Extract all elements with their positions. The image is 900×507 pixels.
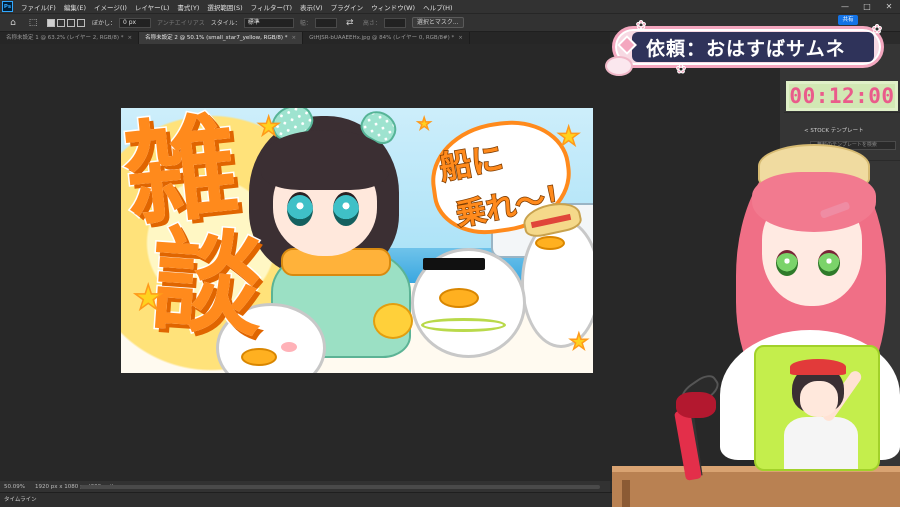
stream-timer: 00:12:00 bbox=[786, 81, 898, 111]
feather-group: ぼかし： 0 px bbox=[92, 17, 152, 28]
menu-bar: Ps ファイル(F) 編集(E) イメージ(I) レイヤー(L) 書式(Y) 選… bbox=[0, 0, 900, 13]
menu-edit[interactable]: 編集(E) bbox=[60, 2, 90, 12]
menu-help[interactable]: ヘルプ(H) bbox=[419, 2, 456, 12]
tab-document-2[interactable]: 名称未設定 2 @ 50.1% (small_star7_yellow, RGB… bbox=[139, 32, 304, 44]
girl-eye-right bbox=[333, 192, 359, 226]
share-button[interactable]: 共有 bbox=[838, 15, 858, 25]
intersect-selection-icon[interactable] bbox=[77, 18, 85, 27]
duck-cheek bbox=[281, 342, 297, 352]
document-tabs: 名称未設定 1 @ 63.2% (レイヤー 2, RGB/8) * × 名称未設定… bbox=[0, 32, 610, 44]
menu-file[interactable]: ファイル(F) bbox=[17, 2, 60, 12]
card-character-body bbox=[784, 417, 858, 469]
star-icon: ★ bbox=[556, 121, 581, 153]
select-and-mask-button[interactable]: 選択とマスク... bbox=[411, 17, 464, 28]
height-label: 高さ： bbox=[362, 20, 381, 27]
style-group: スタイル： 標準 bbox=[210, 17, 294, 28]
selection-mode-group bbox=[46, 18, 86, 27]
desk bbox=[612, 466, 900, 507]
sakura-icon: ✿ bbox=[871, 22, 883, 37]
menu-type[interactable]: 書式(Y) bbox=[173, 2, 203, 12]
sakura-icon: ✿ bbox=[675, 62, 687, 77]
tab-label: GtHJSR-bUAAEEHx.jpg @ 84% (レイヤー 0, RGB/8… bbox=[309, 35, 455, 41]
menu-view[interactable]: 表示(V) bbox=[296, 2, 327, 12]
width-input[interactable] bbox=[314, 17, 337, 28]
menu-filter[interactable]: フィルター(T) bbox=[247, 2, 296, 12]
tab-close-icon[interactable]: × bbox=[291, 35, 296, 41]
swim-ring bbox=[421, 318, 506, 332]
marquee-tool-icon[interactable]: ⬚ bbox=[26, 17, 40, 29]
maximize-button[interactable]: □ bbox=[856, 0, 878, 13]
tab-document-3[interactable]: GtHJSR-bUAAEEHx.jpg @ 84% (レイヤー 0, RGB/8… bbox=[303, 32, 470, 44]
horizontal-scrollbar[interactable] bbox=[80, 485, 600, 489]
new-selection-icon[interactable] bbox=[47, 18, 55, 27]
style-label: スタイル： bbox=[210, 20, 241, 27]
menu-plugins[interactable]: プラグイン bbox=[327, 2, 368, 12]
antialias-checkbox[interactable]: アンチエイリアス bbox=[157, 18, 205, 27]
tab-document-1[interactable]: 名称未設定 1 @ 63.2% (レイヤー 2, RGB/8) * × bbox=[0, 32, 140, 44]
vtuber-bangs bbox=[752, 172, 876, 232]
reference-avatar-card bbox=[754, 345, 880, 471]
width-group: 幅： bbox=[299, 17, 337, 28]
add-selection-icon[interactable] bbox=[57, 18, 65, 27]
panel-divider bbox=[784, 112, 900, 113]
swap-icon[interactable]: ⇄ bbox=[343, 17, 357, 29]
zatsu-character-2: 談 bbox=[145, 214, 269, 354]
girl-eye-left bbox=[287, 192, 313, 226]
menu-window[interactable]: ウィンドウ(W) bbox=[367, 2, 419, 12]
vtuber-eye-left bbox=[776, 250, 798, 276]
tab-label: 名称未設定 2 @ 50.1% (small_star7_yellow, RGB… bbox=[145, 35, 288, 41]
subtract-selection-icon[interactable] bbox=[67, 18, 75, 27]
paw-decoration bbox=[605, 56, 633, 76]
zoom-level[interactable]: 50.09% bbox=[4, 484, 25, 490]
mic-ribbon bbox=[676, 392, 716, 418]
sakura-icon: ✿ bbox=[635, 18, 647, 33]
duck-bag bbox=[373, 303, 413, 339]
menu-layer[interactable]: レイヤー(L) bbox=[131, 2, 174, 12]
style-select[interactable]: 標準 bbox=[243, 17, 294, 28]
menu-image[interactable]: イメージ(I) bbox=[90, 2, 131, 12]
zatsu-character-1: 雑 bbox=[121, 108, 245, 244]
menu-select[interactable]: 選択範囲(S) bbox=[203, 2, 246, 12]
title-banner-inner: 依頼：おはすばサムネ bbox=[632, 32, 874, 62]
tab-close-icon[interactable]: × bbox=[458, 35, 463, 41]
height-group: 高さ： bbox=[362, 17, 406, 28]
star-icon: ★ bbox=[256, 111, 281, 143]
close-window-button[interactable]: ✕ bbox=[878, 0, 900, 13]
duck-beak bbox=[535, 236, 565, 250]
height-input[interactable] bbox=[383, 17, 406, 28]
star-icon: ★ bbox=[132, 277, 164, 319]
feather-input[interactable]: 0 px bbox=[119, 17, 152, 28]
feather-label: ぼかし： bbox=[92, 20, 117, 27]
minimize-button[interactable]: — bbox=[834, 0, 856, 13]
star-icon: ★ bbox=[416, 113, 432, 134]
vtuber-eye-right bbox=[818, 250, 840, 276]
pixel-sunglasses bbox=[423, 258, 485, 270]
timer-value: 00:12:00 bbox=[789, 84, 895, 108]
tab-close-icon[interactable]: × bbox=[128, 35, 133, 41]
tab-label: 名称未設定 1 @ 63.2% (レイヤー 2, RGB/8) * bbox=[6, 35, 124, 41]
card-character-face bbox=[800, 381, 838, 417]
star-icon: ★ bbox=[568, 329, 589, 356]
width-label: 幅： bbox=[299, 20, 312, 27]
duck-beak bbox=[439, 288, 479, 308]
card-character-cap bbox=[790, 359, 846, 375]
window-controls: — □ ✕ bbox=[834, 0, 900, 13]
stream-title: 依頼：おはすばサムネ bbox=[646, 37, 846, 60]
desk-leg bbox=[622, 480, 630, 507]
home-icon[interactable]: ⌂ bbox=[6, 17, 20, 29]
canvas-artwork: 船に 乗れ〜！ 雑 談 ★ ★ ★ ★ ★ bbox=[121, 108, 593, 373]
photoshop-logo: Ps bbox=[2, 1, 13, 12]
stock-templates-link[interactable]: < STOCK テンプレート bbox=[804, 126, 864, 134]
